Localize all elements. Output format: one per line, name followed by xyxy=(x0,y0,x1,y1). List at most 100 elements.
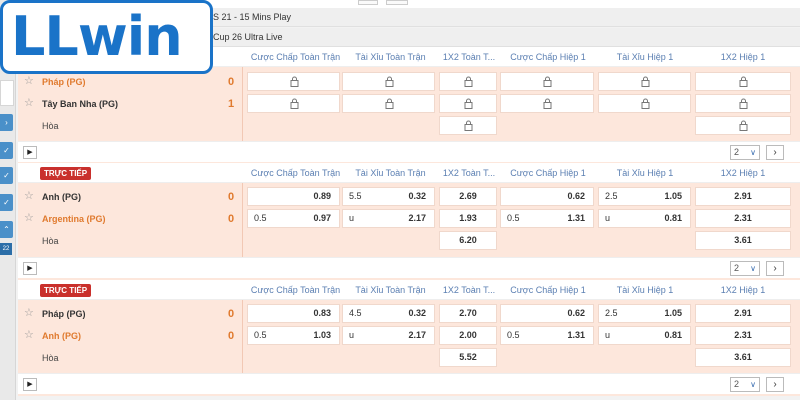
match-block: TRỰC TIẾP Cược Chấp Toàn Trận Tài Xỉu To… xyxy=(18,280,800,396)
favorite-star-icon[interactable]: ☆ xyxy=(24,189,34,202)
odds-cell[interactable]: 0.5 1.03 xyxy=(247,326,340,345)
odds-cell[interactable]: 2.00 xyxy=(439,326,497,345)
next-page-button[interactable]: › xyxy=(766,377,784,392)
odds-cell[interactable]: 0.5 0.97 xyxy=(247,209,340,228)
odds-line: 0.5 xyxy=(507,213,520,223)
column-header: Cược Chấp Toàn Trận xyxy=(250,285,341,295)
play-icon[interactable]: ▶ xyxy=(23,146,37,159)
odds-line: u xyxy=(349,330,355,340)
rail-chevron-icon[interactable]: › xyxy=(0,114,13,131)
lock-icon xyxy=(641,76,649,87)
lock-icon xyxy=(739,76,748,87)
odds-cell[interactable]: u 0.81 xyxy=(598,326,691,345)
column-header: Tài Xỉu Toàn Trận xyxy=(355,52,426,62)
chevron-down-icon: ∨ xyxy=(750,380,756,389)
odds-cell-locked xyxy=(500,72,594,91)
column-header: Cược Chấp Hiệp 1 xyxy=(510,285,586,295)
odds-value: 0.32 xyxy=(408,308,426,318)
odds-cell[interactable]: 6.20 xyxy=(439,231,497,250)
match-footer: ▶ 2 ∨ › xyxy=(18,141,800,162)
odds-cell[interactable]: u 0.81 xyxy=(598,209,691,228)
odds-cell[interactable]: 2.31 xyxy=(695,209,791,228)
odds-cell[interactable]: 0.5 1.31 xyxy=(500,326,594,345)
team-row: ☆ Tây Ban Nha (PG) 1 xyxy=(18,93,800,115)
rail-up-icon[interactable]: ⌃ xyxy=(0,221,13,238)
odds-value: 2.31 xyxy=(734,213,752,223)
toolbar-button[interactable] xyxy=(358,0,378,5)
odds-cell-locked xyxy=(247,94,340,113)
column-header: 1X2 Toàn T... xyxy=(442,285,496,295)
odds-cell[interactable]: 0.83 xyxy=(247,304,340,323)
column-header: Cược Chấp Hiệp 1 xyxy=(510,168,586,178)
play-icon[interactable]: ▶ xyxy=(23,378,37,391)
rail-check-icon[interactable]: ✓ xyxy=(0,142,13,159)
odds-cell[interactable]: 5.5 0.32 xyxy=(342,187,435,206)
odds-value: 2.00 xyxy=(459,330,477,340)
draw-label: Hòa xyxy=(42,121,59,131)
odds-cell[interactable]: u 2.17 xyxy=(342,209,435,228)
lock-icon xyxy=(543,98,552,109)
favorite-star-icon[interactable]: ☆ xyxy=(24,96,34,109)
odds-value: 1.31 xyxy=(567,330,585,340)
toolbar-button[interactable] xyxy=(386,0,408,5)
rail-check-icon[interactable]: ✓ xyxy=(0,167,13,184)
rail-panel xyxy=(0,80,14,106)
odds-cell[interactable]: 0.62 xyxy=(500,187,594,206)
column-header: Cược Chấp Toàn Trận xyxy=(250,52,341,62)
page-select[interactable]: 2 ∨ xyxy=(730,377,760,392)
odds-cell[interactable]: 2.91 xyxy=(695,187,791,206)
odds-value: 0.97 xyxy=(313,213,331,223)
favorite-star-icon[interactable]: ☆ xyxy=(24,306,34,319)
match-block: TRỰC TIẾP Cược Chấp Toàn Trận Tài Xỉu To… xyxy=(18,163,800,280)
favorite-star-icon[interactable]: ☆ xyxy=(24,328,34,341)
draw-label: Hòa xyxy=(42,353,59,363)
odds-cell[interactable]: 5.52 xyxy=(439,348,497,367)
odds-cell[interactable]: 4.5 0.32 xyxy=(342,304,435,323)
chevron-down-icon: ∨ xyxy=(750,148,756,157)
odds-value: 1.03 xyxy=(313,330,331,340)
odds-cell[interactable]: 3.61 xyxy=(695,231,791,250)
team-row: ☆ Anh (PG) 0 0.89 5.5 0.32 2.69 0.62 2.5 1… xyxy=(18,186,800,208)
odds-cell[interactable]: 0.5 1.31 xyxy=(500,209,594,228)
odds-value: 0.62 xyxy=(567,308,585,318)
team-row: ☆ Anh (PG) 0 0.5 1.03 u 2.17 2.00 0.5 1.31 … xyxy=(18,325,800,347)
odds-cell[interactable]: 0.62 xyxy=(500,304,594,323)
odds-line: 2.5 xyxy=(605,191,618,201)
odds-cell[interactable]: 2.91 xyxy=(695,304,791,323)
next-page-button[interactable]: › xyxy=(766,261,784,276)
odds-value: 1.31 xyxy=(567,213,585,223)
favorite-star-icon[interactable]: ☆ xyxy=(24,74,34,87)
odds-cell[interactable]: 2.5 1.05 xyxy=(598,187,691,206)
rail-check-icon[interactable]: ✓ xyxy=(0,194,13,211)
page-value: 2 xyxy=(734,379,740,389)
odds-cell-locked xyxy=(695,94,791,113)
next-page-button[interactable]: › xyxy=(766,145,784,160)
column-header: 1X2 Hiệp 1 xyxy=(720,285,766,295)
column-header: 1X2 Toàn T... xyxy=(442,168,496,178)
odds-cell[interactable]: 2.31 xyxy=(695,326,791,345)
odds-value: 2.17 xyxy=(408,330,426,340)
away-score: 0 xyxy=(227,330,235,342)
odds-value: 0.81 xyxy=(664,330,682,340)
odds-cell[interactable]: 3.61 xyxy=(695,348,791,367)
odds-cell[interactable]: 2.69 xyxy=(439,187,497,206)
odds-cell[interactable]: 2.70 xyxy=(439,304,497,323)
odds-cell[interactable]: u 2.17 xyxy=(342,326,435,345)
odds-cell-locked xyxy=(342,94,435,113)
odds-cell[interactable]: 1.93 xyxy=(439,209,497,228)
odds-line: u xyxy=(605,330,611,340)
odds-cell[interactable]: 2.5 1.05 xyxy=(598,304,691,323)
page-value: 2 xyxy=(734,263,740,273)
page-value: 2 xyxy=(734,147,740,157)
home-score: 0 xyxy=(227,76,235,88)
page-select[interactable]: 2 ∨ xyxy=(730,261,760,276)
favorite-star-icon[interactable]: ☆ xyxy=(24,211,34,224)
odds-cell-locked xyxy=(439,72,497,91)
odds-cell-locked xyxy=(695,72,791,91)
odds-line: 4.5 xyxy=(349,308,362,318)
column-header: 1X2 Toàn T... xyxy=(442,52,496,62)
odds-cell[interactable]: 0.89 xyxy=(247,187,340,206)
play-icon[interactable]: ▶ xyxy=(23,262,37,275)
column-header-row: TRỰC TIẾP Cược Chấp Toàn Trận Tài Xỉu To… xyxy=(18,163,800,183)
page-select[interactable]: 2 ∨ xyxy=(730,145,760,160)
